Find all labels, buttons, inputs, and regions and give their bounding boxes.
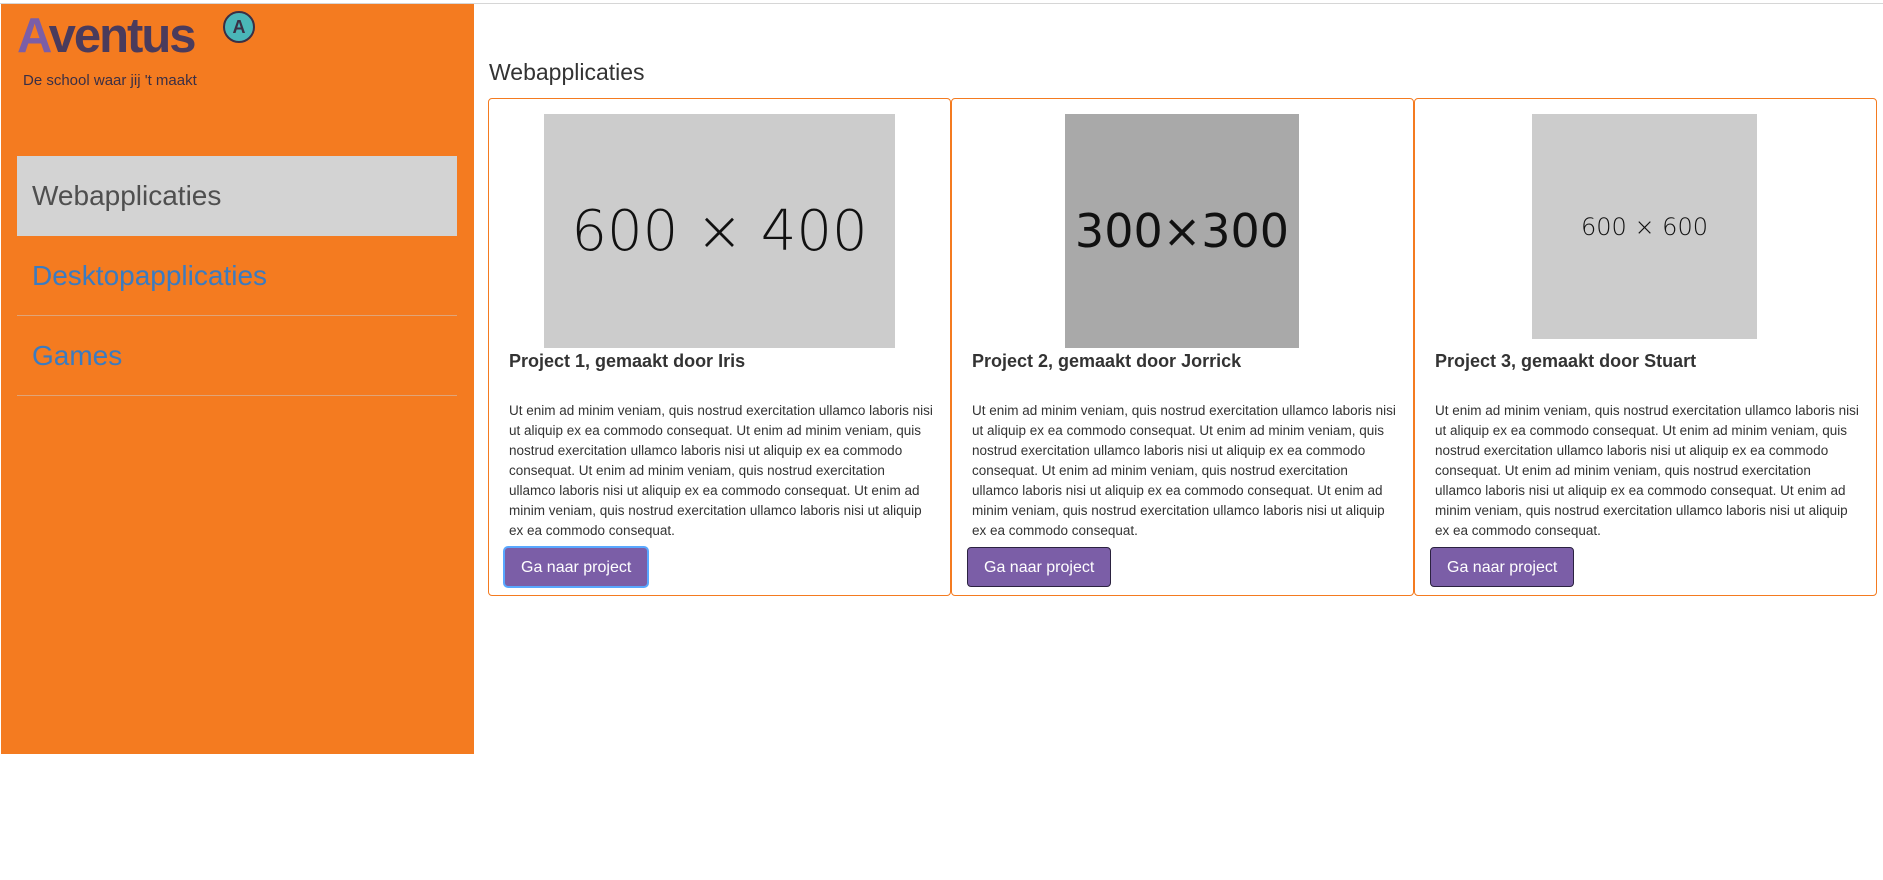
- sidebar: Aventus A De school waar jij 't maakt We…: [1, 4, 474, 754]
- sidebar-item-desktopapplicaties[interactable]: Desktopapplicaties: [17, 236, 457, 316]
- sidebar-item-webapplicaties[interactable]: Webapplicaties: [17, 156, 457, 236]
- project-description: Ut enim ad minim veniam, quis nostrud ex…: [972, 403, 1396, 538]
- project-image-label: 300×300: [1074, 204, 1290, 258]
- project-button[interactable]: Ga naar project: [1430, 547, 1575, 587]
- project-card: 600 × 400 Project 1, gemaakt door Iris U…: [488, 98, 951, 596]
- project-image: 600 × 400: [544, 114, 895, 348]
- project-image-label: 600 × 600: [1581, 212, 1708, 241]
- page-title: Webapplicaties: [489, 59, 645, 85]
- project-description: Ut enim ad minim veniam, quis nostrud ex…: [509, 403, 933, 538]
- project-description: Ut enim ad minim veniam, quis nostrud ex…: [1435, 403, 1859, 538]
- project-title: Project 1, gemaakt door Iris: [509, 351, 746, 371]
- project-cards: 600 × 400 Project 1, gemaakt door Iris U…: [488, 98, 1877, 598]
- sidebar-nav: Webapplicaties Desktopapplicaties Games: [17, 156, 457, 396]
- project-button[interactable]: Ga naar project: [504, 547, 649, 587]
- logo-wordmark: Aventus: [17, 9, 197, 63]
- project-title: Project 3, gemaakt door Stuart: [1435, 351, 1697, 371]
- logo-cap: A: [17, 9, 51, 63]
- project-image: 300×300: [1065, 114, 1299, 348]
- project-button[interactable]: Ga naar project: [967, 547, 1112, 587]
- aventus-logo[interactable]: Aventus A De school waar jij 't maakt: [17, 10, 267, 90]
- tagline: De school waar jij 't maakt: [23, 72, 197, 89]
- sidebar-item-games[interactable]: Games: [17, 316, 457, 396]
- logo-badge-icon: A: [222, 10, 258, 46]
- logo-rest: ventus: [48, 9, 197, 63]
- project-image-label: 600 × 400: [571, 198, 868, 264]
- project-title: Project 2, gemaakt door Jorrick: [972, 351, 1242, 371]
- project-card: 300×300 Project 2, gemaakt door Jorrick …: [951, 98, 1414, 596]
- logo-badge-letter: A: [233, 17, 246, 37]
- project-card: 600 × 600 Project 3, gemaakt door Stuart…: [1414, 98, 1877, 596]
- project-image: 600 × 600: [1532, 114, 1757, 339]
